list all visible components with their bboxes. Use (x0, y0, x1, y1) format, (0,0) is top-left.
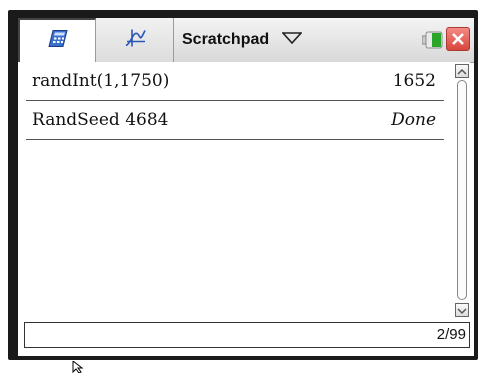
entry-result: 1652 (392, 71, 436, 91)
scrollbar-track[interactable] (457, 80, 467, 300)
entry-expression: randInt(1,1750) (32, 71, 170, 91)
close-button[interactable] (446, 27, 470, 51)
entry-expression: RandSeed 4684 (32, 110, 169, 130)
history-area[interactable]: randInt(1,1750) 1652 RandSeed 4684 Done (18, 62, 454, 320)
tab-graphs[interactable] (96, 18, 174, 62)
history-row[interactable]: randInt(1,1750) 1652 (26, 62, 444, 101)
chevron-up-icon (457, 68, 467, 75)
entry-result: Done (391, 110, 436, 130)
entry-line[interactable]: 2/99 (24, 322, 470, 348)
chevron-down-icon (457, 308, 467, 315)
window: Scratchpad randInt(1,1750) 1652 RandSeed… (0, 0, 488, 374)
page-title: Scratchpad (182, 31, 270, 49)
vertical-scrollbar[interactable] (454, 62, 470, 320)
chevron-down-icon (280, 18, 303, 62)
calculator-icon (47, 29, 69, 54)
battery-icon (421, 31, 444, 54)
scroll-down-button[interactable] (455, 303, 469, 317)
tab-calculator[interactable] (18, 18, 96, 62)
scratchpad-menu[interactable]: Scratchpad (182, 18, 303, 62)
close-icon (452, 33, 464, 45)
scroll-up-button[interactable] (455, 64, 469, 78)
history-position: 2/99 (436, 326, 466, 343)
graph-icon (123, 28, 147, 53)
tab-bar: Scratchpad (18, 18, 474, 63)
history-row[interactable]: RandSeed 4684 Done (26, 101, 444, 140)
mouse-pointer-icon (72, 359, 86, 378)
